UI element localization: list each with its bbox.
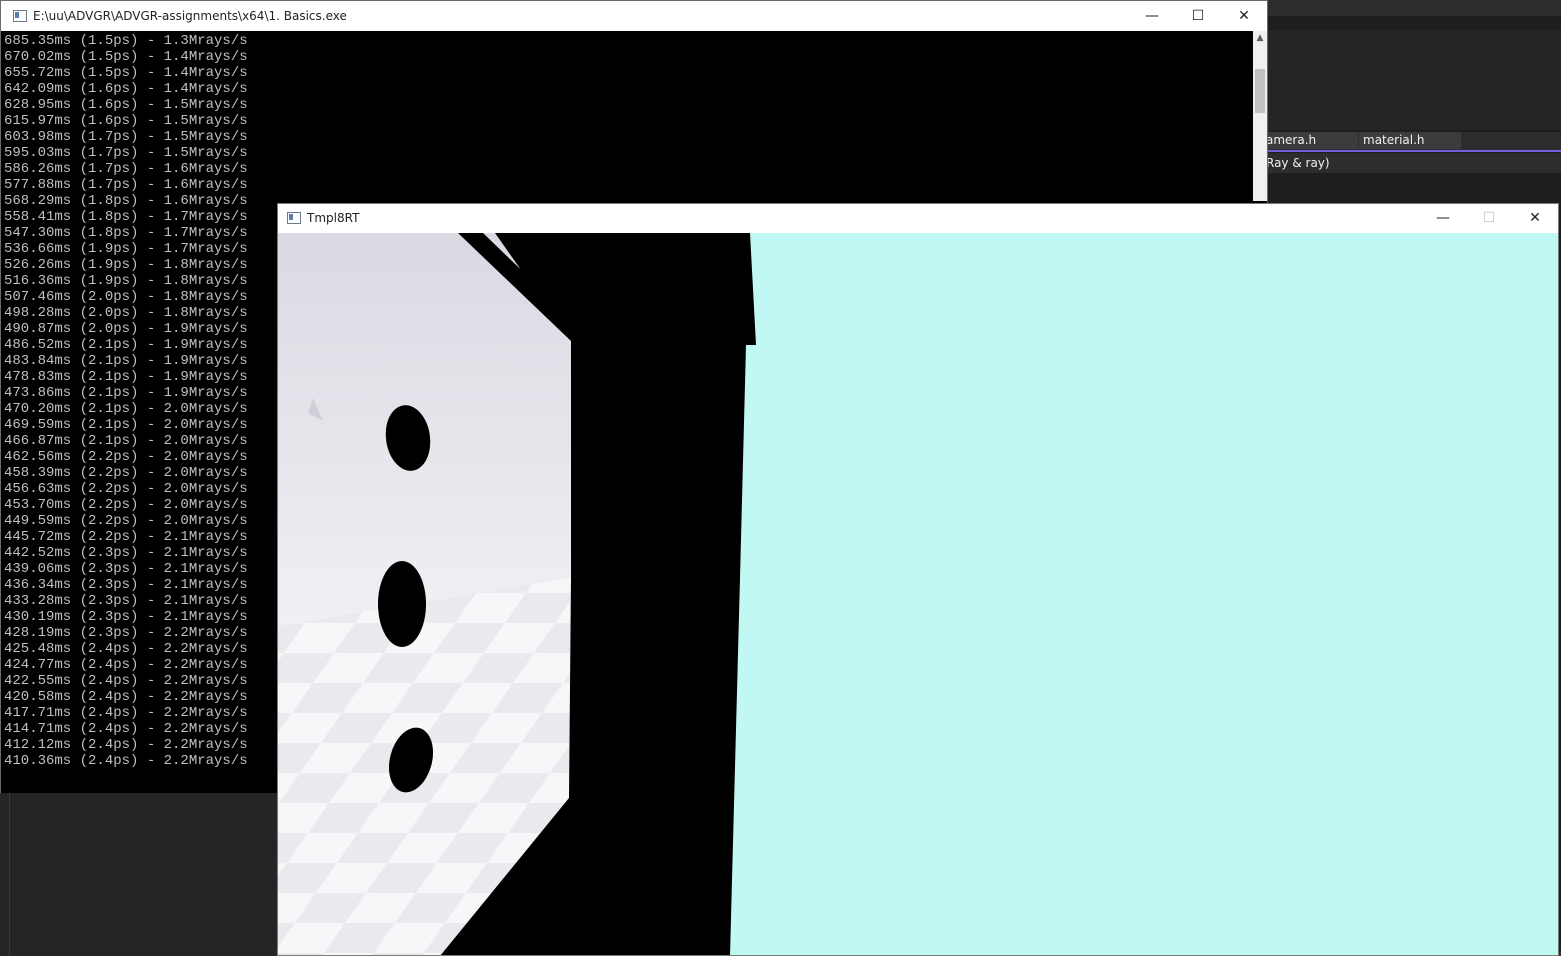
wall-hole-middle — [378, 561, 426, 647]
scrollbar-thumb[interactable] — [1255, 69, 1265, 113]
render-window[interactable]: Tmpl8RT — ☐ ✕ — [277, 203, 1559, 956]
minimize-button[interactable]: — — [1129, 1, 1175, 31]
console-app-icon — [13, 10, 27, 22]
render-titlebar[interactable]: Tmpl8RT — ☐ ✕ — [278, 204, 1558, 233]
render-title: Tmpl8RT — [307, 211, 360, 225]
scroll-up-icon[interactable]: ▲ — [1253, 33, 1267, 43]
app-window-icon — [287, 212, 301, 224]
console-title: E:\uu\ADVGR\ADVGR-assignments\x64\1. Bas… — [33, 9, 347, 23]
console-scrollbar[interactable]: ▲ — [1253, 31, 1267, 201]
ide-left-pane — [0, 793, 277, 956]
tab-material-h[interactable]: material.h — [1359, 132, 1461, 149]
minimize-button[interactable]: — — [1420, 204, 1466, 233]
close-button[interactable]: ✕ — [1221, 1, 1267, 31]
render-viewport[interactable] — [278, 233, 1558, 955]
navigation-bar-signature[interactable]: Ray & ray) — [1262, 153, 1561, 173]
ide-title-strip — [1262, 0, 1561, 16]
maximize-button: ☐ — [1482, 210, 1496, 226]
tab-camera-h[interactable]: amera.h — [1262, 132, 1358, 149]
raytraced-scene — [278, 233, 1558, 955]
console-titlebar[interactable]: E:\uu\ADVGR\ADVGR-assignments\x64\1. Bas… — [1, 1, 1267, 31]
active-tab-indicator — [1262, 150, 1561, 152]
ide-toolbar-panel — [1262, 30, 1561, 130]
maximize-button[interactable]: ☐ — [1175, 1, 1221, 31]
ide-editor-tabs: amera.h material.h — [1262, 132, 1561, 151]
close-button[interactable]: ✕ — [1512, 204, 1558, 233]
